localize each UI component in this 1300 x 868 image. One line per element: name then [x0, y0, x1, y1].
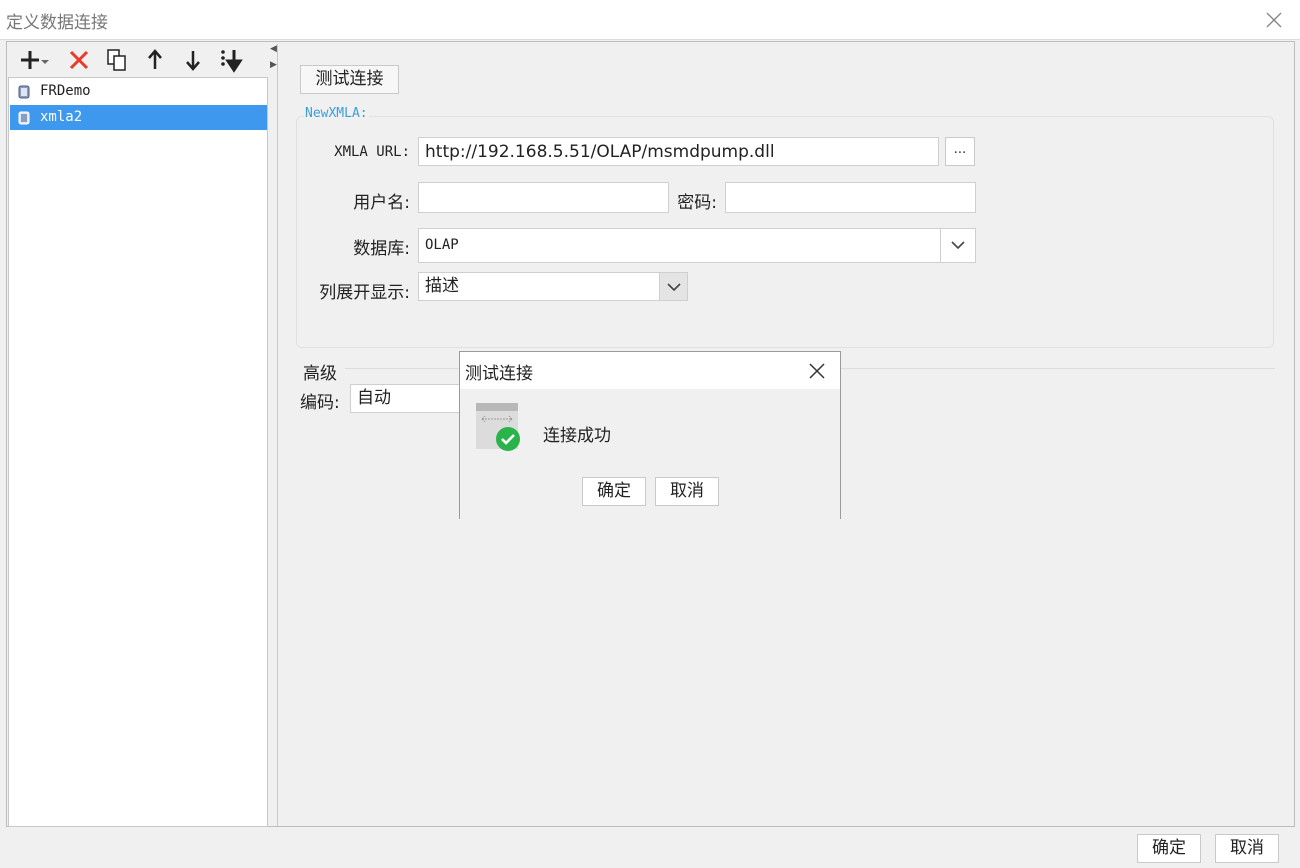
database-dropdown-button[interactable] [940, 229, 975, 262]
dialog-cancel-button[interactable]: 取消 [655, 477, 719, 506]
database-icon [18, 85, 30, 99]
advanced-label: 高级 [303, 364, 337, 384]
encoding-select[interactable]: 自动 [350, 384, 470, 413]
dialog-ok-button[interactable]: 确定 [582, 477, 646, 506]
list-item-frdemo[interactable]: FRDemo [10, 79, 267, 104]
list-item-xmla2[interactable]: xmla2 [10, 105, 267, 130]
close-icon[interactable] [806, 360, 828, 382]
url-label: XMLA URL: [334, 144, 410, 160]
move-down-icon[interactable] [179, 46, 207, 74]
window-titlebar: 定义数据连接 [0, 0, 1300, 40]
dialog-title: 测试连接 [465, 364, 533, 384]
connection-name: FRDemo [40, 83, 91, 99]
toolbar [8, 44, 270, 76]
column-display-dropdown-button[interactable] [659, 273, 687, 300]
panel-splitter[interactable]: ◀ ▶ [268, 44, 278, 826]
delete-icon[interactable] [65, 46, 93, 74]
dialog-body: 连接成功 确定 取消 [460, 389, 840, 520]
connection-panel: FRDemo xmla2 [8, 44, 270, 827]
username-label: 用户名: [353, 193, 410, 213]
test-connection-dialog: 测试连接 连接成功 确定 取消 [459, 351, 841, 520]
username-input[interactable] [418, 182, 669, 213]
test-connection-button[interactable]: 测试连接 [300, 65, 399, 94]
collapse-left-icon[interactable]: ◀ [270, 44, 277, 54]
encoding-value: 自动 [357, 388, 391, 408]
database-value: OLAP [425, 237, 459, 253]
connection-list: FRDemo xmla2 [8, 77, 268, 827]
copy-icon[interactable] [103, 46, 131, 74]
chevron-down-icon [951, 241, 965, 250]
move-up-icon[interactable] [141, 46, 169, 74]
cancel-button[interactable]: 取消 [1215, 834, 1279, 863]
encoding-label: 编码: [300, 393, 340, 413]
ok-button[interactable]: 确定 [1137, 834, 1201, 863]
dialog-message: 连接成功 [543, 426, 611, 446]
database-label: 数据库: [353, 239, 410, 259]
close-icon[interactable] [1262, 8, 1286, 32]
column-display-value: 描述 [425, 276, 459, 296]
dropdown-arrow-icon[interactable] [38, 46, 52, 74]
expand-right-icon[interactable]: ▶ [270, 60, 277, 70]
column-display-select[interactable]: 描述 [418, 272, 688, 301]
url-input[interactable]: http://192.168.5.51/OLAP/msmdpump.dll [418, 137, 939, 166]
chevron-down-icon [667, 283, 681, 292]
connection-success-icon [476, 403, 522, 453]
group-title: NewXMLA: [304, 106, 369, 121]
database-select[interactable]: OLAP [418, 228, 976, 263]
window-title: 定义数据连接 [6, 13, 108, 33]
column-display-label: 列展开显示: [319, 283, 410, 303]
browse-button[interactable]: ... [945, 137, 975, 166]
database-icon [18, 111, 30, 125]
sort-icon[interactable] [217, 46, 245, 74]
password-label: 密码: [677, 193, 717, 213]
connection-name: xmla2 [40, 109, 83, 125]
password-input[interactable] [725, 182, 976, 213]
